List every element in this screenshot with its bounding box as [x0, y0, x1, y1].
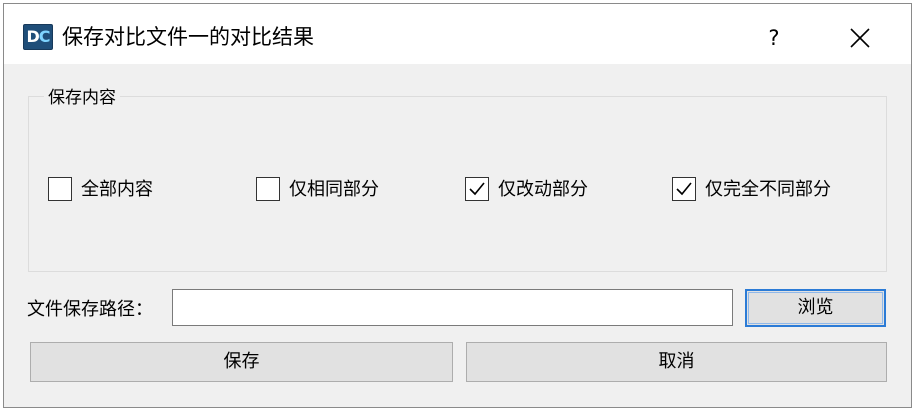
- option-label: 仅相同部分: [289, 179, 379, 200]
- close-button[interactable]: [832, 16, 888, 60]
- help-button[interactable]: ?: [748, 16, 800, 60]
- checkbox[interactable]: [48, 177, 72, 201]
- checkbox[interactable]: [256, 177, 280, 201]
- cancel-button[interactable]: 取消: [466, 342, 887, 382]
- checkmark-icon: [676, 182, 692, 196]
- option-label: 仅完全不同部分: [705, 179, 831, 200]
- save-comparison-dialog: DC 保存对比文件一的对比结果 ? 保存内容 全部内容 仅相同部分 仅改动部分: [3, 3, 912, 408]
- app-logo-icon: DC: [23, 24, 53, 50]
- checkmark-icon: [469, 182, 485, 196]
- option-label: 全部内容: [81, 179, 153, 200]
- save-path-label: 文件保存路径：: [27, 299, 153, 320]
- checkbox-checked[interactable]: [465, 177, 489, 201]
- close-icon: [850, 28, 870, 48]
- save-path-input[interactable]: [172, 289, 733, 326]
- title-bar: DC 保存对比文件一的对比结果 ?: [4, 4, 911, 64]
- browse-button[interactable]: 浏览: [745, 289, 886, 327]
- option-label: 仅改动部分: [498, 179, 588, 200]
- dialog-title: 保存对比文件一的对比结果: [62, 25, 314, 49]
- save-button[interactable]: 保存: [30, 342, 453, 382]
- save-content-legend: 保存内容: [44, 87, 120, 109]
- checkbox-checked[interactable]: [672, 177, 696, 201]
